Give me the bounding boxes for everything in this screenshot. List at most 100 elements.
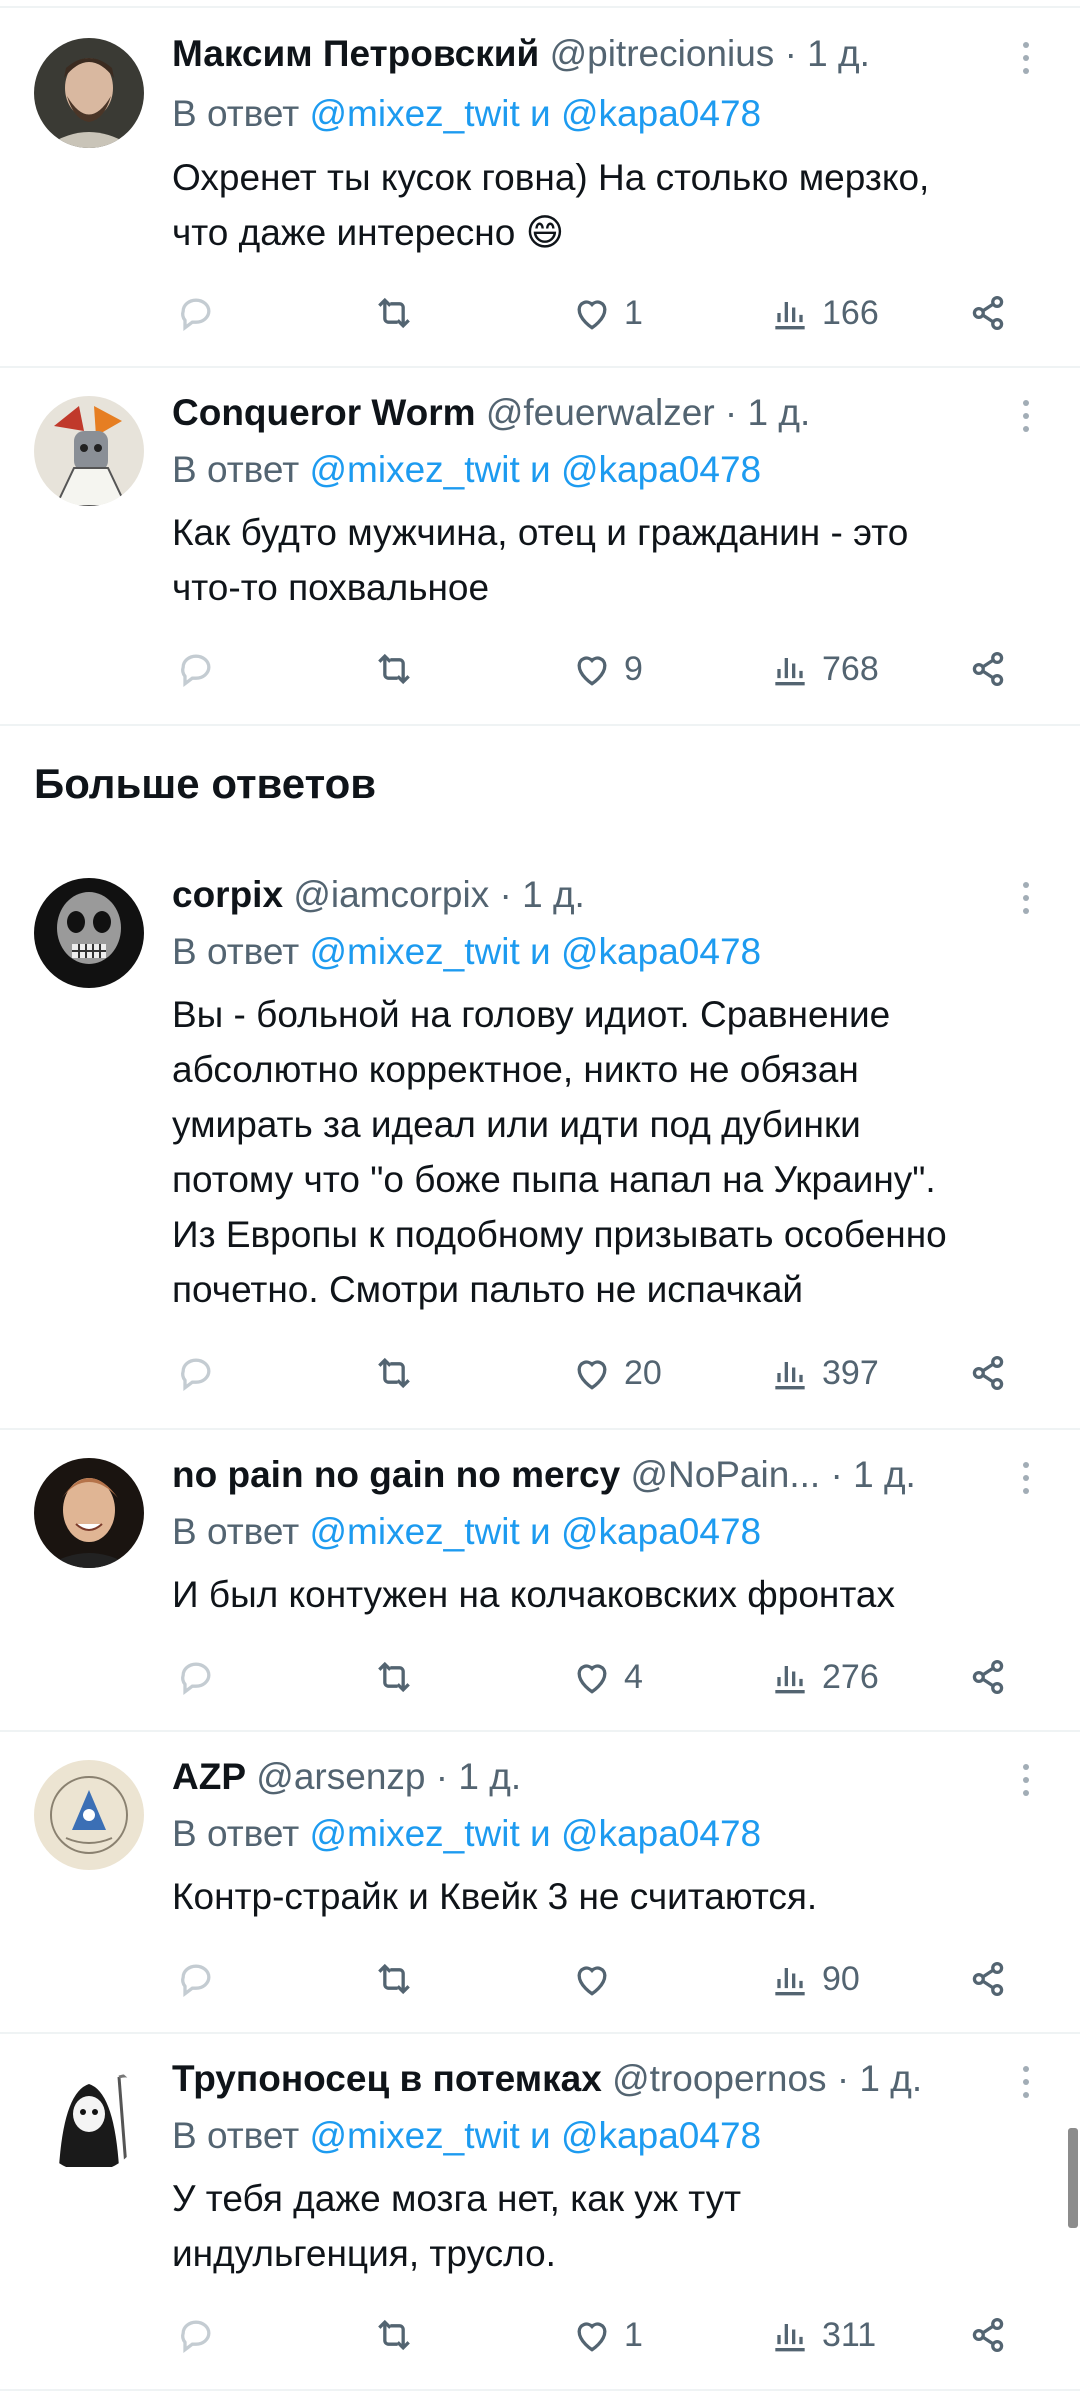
- reply-icon: [181, 654, 211, 687]
- tweet[interactable]: Conqueror Worm @feuerwalzer · 1 д. В отв…: [0, 368, 1080, 726]
- views-button[interactable]: 90: [768, 1954, 860, 2004]
- author-handle[interactable]: @feuerwalzer: [486, 392, 715, 433]
- tweet[interactable]: AZP @arsenzp · 1 д. В ответ @mixez_twit …: [0, 1732, 1080, 2034]
- mention-link[interactable]: @kapa0478: [561, 449, 761, 490]
- reply-button[interactable]: [174, 288, 218, 338]
- mention-link[interactable]: @kapa0478: [561, 1511, 761, 1552]
- avatar[interactable]: [34, 1458, 144, 1568]
- views-count: 397: [822, 1353, 879, 1392]
- avatar[interactable]: [34, 396, 144, 506]
- mention-link[interactable]: @mixez_twit: [310, 1813, 520, 1854]
- retweet-button[interactable]: [372, 1954, 416, 2004]
- timestamp[interactable]: 1 д.: [853, 1454, 916, 1495]
- reply-button[interactable]: [174, 1652, 218, 1702]
- share-button[interactable]: [966, 2310, 1010, 2360]
- like-icon: [577, 2322, 607, 2352]
- tweet[interactable]: corpix @iamcorpix · 1 д. В ответ @mixez_…: [0, 850, 1080, 1430]
- mention-link[interactable]: @kapa0478: [561, 2115, 761, 2156]
- more-icon[interactable]: [1010, 38, 1040, 78]
- reply-context: В ответ @mixez_twit и @kapa0478: [172, 2114, 761, 2158]
- author-name[interactable]: corpix: [172, 874, 283, 915]
- mention-joiner: и: [530, 93, 551, 134]
- text-line: Как будто мужчина, отец и гражданин - эт…: [172, 512, 909, 553]
- timestamp[interactable]: 1 д.: [859, 2058, 922, 2099]
- views-button[interactable]: 768: [768, 644, 879, 694]
- reply-button[interactable]: [174, 1348, 218, 1398]
- retweet-button[interactable]: [372, 1348, 416, 1398]
- reply-icon: [181, 2320, 211, 2353]
- timestamp[interactable]: 1 д.: [458, 1756, 521, 1797]
- retweet-button[interactable]: [372, 1652, 416, 1702]
- tweet[interactable]: Трупоносец в потемках @troopernos · 1 д.…: [0, 2034, 1080, 2391]
- share-icon: [972, 1659, 1004, 1695]
- views-icon: [775, 1362, 805, 1390]
- text-line: умирать за идеал или идти под дубинки: [172, 1104, 861, 1145]
- timestamp[interactable]: 1 д.: [748, 392, 811, 433]
- like-button[interactable]: 20: [570, 1348, 662, 1398]
- more-icon[interactable]: [1010, 1458, 1040, 1498]
- like-button[interactable]: 1: [570, 2310, 643, 2360]
- mention-link[interactable]: @kapa0478: [561, 1813, 761, 1854]
- timestamp[interactable]: 1 д.: [807, 33, 870, 74]
- reply-prefix: В ответ: [172, 93, 300, 134]
- mention-link[interactable]: @mixez_twit: [310, 2115, 520, 2156]
- author-name[interactable]: AZP: [172, 1756, 246, 1797]
- avatar[interactable]: [34, 1760, 144, 1870]
- author-handle[interactable]: @NoPain...: [630, 1454, 820, 1495]
- author-handle[interactable]: @iamcorpix: [293, 874, 489, 915]
- mention-link[interactable]: @mixez_twit: [310, 1511, 520, 1552]
- avatar[interactable]: [34, 878, 144, 988]
- tweet[interactable]: no pain no gain no mercy @NoPain... · 1 …: [0, 1430, 1080, 1732]
- share-icon: [972, 1355, 1004, 1391]
- mention-joiner: и: [530, 1511, 551, 1552]
- share-button[interactable]: [966, 1652, 1010, 1702]
- mention-link[interactable]: @kapa0478: [561, 93, 761, 134]
- mention-link[interactable]: @mixez_twit: [310, 449, 520, 490]
- reply-button[interactable]: [174, 1954, 218, 2004]
- share-button[interactable]: [966, 288, 1010, 338]
- like-icon: [577, 1664, 607, 1694]
- tweet[interactable]: Максим Петровский @pitrecionius · 1 д. В…: [0, 0, 1080, 368]
- separator: ·: [724, 392, 738, 433]
- reply-button[interactable]: [174, 644, 218, 694]
- more-icon[interactable]: [1010, 1760, 1040, 1800]
- more-icon[interactable]: [1010, 878, 1040, 918]
- more-icon[interactable]: [1010, 2062, 1040, 2102]
- avatar[interactable]: [34, 38, 144, 148]
- author-handle[interactable]: @troopernos: [612, 2058, 826, 2099]
- like-button[interactable]: 4: [570, 1652, 643, 1702]
- author-handle[interactable]: @arsenzp: [256, 1756, 425, 1797]
- retweet-icon: [378, 1963, 410, 1995]
- author-name[interactable]: Трупоносец в потемках: [172, 2058, 602, 2099]
- avatar[interactable]: [34, 2062, 144, 2172]
- views-button[interactable]: 397: [768, 1348, 879, 1398]
- views-icon: [775, 1968, 805, 1996]
- views-button[interactable]: 311: [768, 2310, 876, 2360]
- retweet-button[interactable]: [372, 644, 416, 694]
- retweet-button[interactable]: [372, 288, 416, 338]
- author-handle[interactable]: @pitrecionius: [550, 33, 775, 74]
- like-button[interactable]: 9: [570, 644, 643, 694]
- share-button[interactable]: [966, 1348, 1010, 1398]
- scrollbar[interactable]: [1068, 2128, 1078, 2228]
- text-line: потому что "о боже пыпа напал на Украину…: [172, 1159, 936, 1200]
- mention-link[interactable]: @mixez_twit: [310, 931, 520, 972]
- like-button[interactable]: [570, 1954, 624, 2004]
- views-button[interactable]: 166: [768, 288, 879, 338]
- mention-link[interactable]: @mixez_twit: [310, 93, 520, 134]
- more-icon[interactable]: [1010, 396, 1040, 436]
- views-button[interactable]: 276: [768, 1652, 879, 1702]
- text-line: У тебя даже мозга нет, как уж тут: [172, 2178, 742, 2219]
- like-button[interactable]: 1: [570, 288, 643, 338]
- views-count: 311: [822, 2315, 877, 2354]
- avatar-image: [34, 878, 144, 988]
- author-name[interactable]: no pain no gain no mercy: [172, 1454, 620, 1495]
- author-name[interactable]: Conqueror Worm: [172, 392, 476, 433]
- author-name[interactable]: Максим Петровский: [172, 33, 539, 74]
- share-button[interactable]: [966, 644, 1010, 694]
- share-button[interactable]: [966, 1954, 1010, 2004]
- retweet-button[interactable]: [372, 2310, 416, 2360]
- timestamp[interactable]: 1 д.: [522, 874, 585, 915]
- reply-button[interactable]: [174, 2310, 218, 2360]
- mention-link[interactable]: @kapa0478: [561, 931, 761, 972]
